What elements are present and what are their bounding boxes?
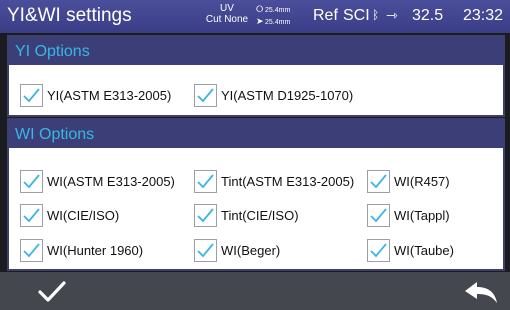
checkbox-checked-icon[interactable] [367,170,390,193]
aperture-circle-icon: ⭘ [256,4,264,14]
aperture-value-2: 25.4mm [265,19,291,26]
back-button[interactable] [462,278,500,306]
temperature-value: 32.5 [412,7,444,24]
checkmark-icon [38,281,66,302]
wi-option-label: WI(Taube) [394,243,454,258]
yi-option-astm-d1925[interactable]: YI(ASTM D1925-1070) [194,84,353,107]
wi-option-beger[interactable]: WI(Beger) [194,239,280,262]
aperture-value-1: 25.4mm [265,7,291,14]
mode-indicator: SCI [343,7,370,24]
ref-indicator: Ref [313,7,338,24]
checkbox-checked-icon[interactable] [367,239,390,262]
clock: 23:32 [463,7,504,24]
checkbox-checked-icon[interactable] [367,204,390,227]
yi-option-astm-e313[interactable]: YI(ASTM E313-2005) [20,84,171,107]
wi-option-label: WI(CIE/ISO) [47,208,120,223]
wi-option-label: WI(Beger) [221,243,281,258]
wi-option-hunter-1960[interactable]: WI(Hunter 1960) [20,239,143,262]
wi-option-taube[interactable]: WI(Taube) [367,239,454,262]
checkbox-checked-icon[interactable] [194,239,217,262]
yi-option-label: YI(ASTM E313-2005) [47,88,172,103]
checkbox-checked-icon[interactable] [20,204,43,227]
back-arrow-icon [465,282,497,303]
checkbox-checked-icon[interactable] [20,84,43,107]
confirm-button[interactable] [34,278,70,306]
wi-option-label: Tint(CIE/ISO) [221,208,299,223]
checkbox-checked-icon[interactable] [194,204,217,227]
aperture-indicator: ⭘ 25.4mm ➤25.4mm [256,4,290,28]
wi-option-label: WI(ASTM E313-2005) [47,174,175,189]
checkbox-checked-icon[interactable] [20,239,43,262]
uv-filter-indicator: UV Cut None [205,3,249,25]
wi-options-panel: WI Options WI(ASTM E313-2005) Tint(ASTM … [7,118,505,271]
wi-option-tappl[interactable]: WI(Tappl) [367,204,450,227]
aperture-arrow-icon: ➤ [256,16,264,26]
bottom-toolbar [0,272,510,310]
checkbox-checked-icon[interactable] [194,170,217,193]
yi-options-title: YI Options [9,37,503,65]
checkbox-checked-icon[interactable] [194,84,217,107]
bluetooth-icon: ᛒ [372,8,380,22]
wi-option-label: WI(R457) [394,174,450,189]
uv-value: Cut None [205,14,249,25]
yi-options-panel: YI Options YI(ASTM E313-2005) YI(ASTM D1… [7,35,505,117]
wi-option-tint-cie-iso[interactable]: Tint(CIE/ISO) [194,204,299,227]
wi-option-label: WI(Hunter 1960) [47,243,144,258]
uv-label: UV [220,3,234,14]
page-title: YI&WI settings [7,5,132,26]
wi-option-r457[interactable]: WI(R457) [367,170,450,193]
usb-icon: ⇾ [386,7,398,23]
wi-option-astm-e313[interactable]: WI(ASTM E313-2005) [20,170,175,193]
wi-options-title: WI Options [9,120,503,148]
wi-option-label: WI(Tappl) [394,208,450,223]
status-bar: YI&WI settings UV Cut None ⭘ 25.4mm ➤25.4… [0,0,510,33]
wi-option-label: Tint(ASTM E313-2005) [221,174,355,189]
checkbox-checked-icon[interactable] [20,170,43,193]
yi-option-label: YI(ASTM D1925-1070) [221,88,354,103]
wi-option-cie-iso[interactable]: WI(CIE/ISO) [20,204,119,227]
wi-option-tint-astm-e313[interactable]: Tint(ASTM E313-2005) [194,170,354,193]
